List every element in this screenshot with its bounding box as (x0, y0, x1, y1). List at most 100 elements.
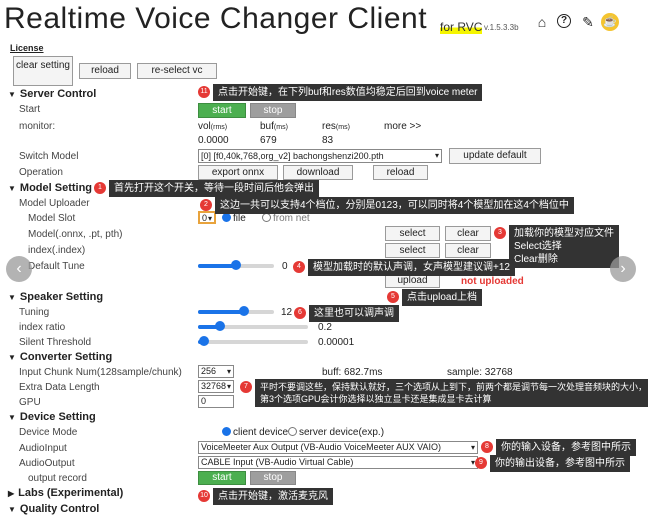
reselect-vc-button[interactable]: re-select vc (137, 63, 217, 79)
audio-input-value: VoiceMeeter Aux Output (VB-Audio VoiceMe… (201, 442, 441, 452)
start-label: Start (19, 104, 41, 115)
labs-heading[interactable]: ▶ Labs (Experimental) (8, 487, 123, 499)
badge-1: 1 (94, 182, 106, 194)
extra-data-length-select[interactable]: 32768 ▾ (198, 380, 234, 393)
audio-input-select[interactable]: VoiceMeeter Aux Output (VB-Audio VoiceMe… (198, 441, 478, 454)
record-stop-button[interactable]: stop (250, 471, 296, 485)
index-ratio-slider[interactable] (198, 321, 308, 331)
audio-input-label: AudioInput (19, 443, 67, 454)
model-file-label: Model(.onnx, .pt, pth) (28, 229, 123, 240)
default-tune-value: 0 (282, 261, 288, 272)
chunk-num-label: Input Chunk Num(128sample/chunk) (19, 367, 182, 378)
res-text: res (322, 121, 336, 132)
tuning-slider[interactable] (198, 306, 274, 316)
index-clear-button[interactable]: clear (445, 243, 491, 258)
badge-9: 9 (475, 457, 487, 469)
radio-unselected-icon (262, 213, 271, 222)
prev-arrow-icon[interactable]: ‹ (6, 256, 32, 282)
note-6: 这里也可以调声调 (309, 305, 399, 322)
record-start-button[interactable]: start (198, 471, 246, 485)
note-9: 你的输出设备，参考图中所示 (490, 455, 630, 472)
model-slot-value: 0 (202, 213, 208, 223)
quality-control-heading[interactable]: ▼ Quality Control (8, 503, 99, 515)
slider-fill (198, 310, 244, 314)
more-link[interactable]: more >> (384, 121, 421, 132)
model-clear-button[interactable]: clear (445, 226, 491, 241)
github-icon[interactable]: ⌂ (534, 14, 550, 30)
device-setting-heading[interactable]: ▼ Device Setting (8, 411, 96, 423)
res-label: res(ms) (322, 121, 350, 132)
client-device-radio[interactable]: client device (222, 427, 288, 438)
index-select-button[interactable]: select (385, 243, 440, 258)
sample-readout: sample: 32768 (447, 367, 513, 378)
slider-knob[interactable] (198, 336, 209, 346)
chevron-down-icon: ▾ (470, 443, 475, 452)
download-button[interactable]: download (283, 165, 353, 180)
server-control-heading[interactable]: ▼ Server Control (8, 88, 96, 100)
license-link[interactable]: License (10, 43, 44, 53)
chevron-down-icon: ▾ (226, 382, 231, 391)
help-icon[interactable]: ? (557, 14, 571, 28)
radio-unselected-icon (288, 427, 297, 436)
note-7: 平时不要调这些，保持默认就好，三个选项从上到下，前两个都是调节每一次处理音频块的… (255, 379, 648, 407)
chunk-num-select[interactable]: 256 ▾ (198, 365, 234, 378)
export-onnx-button[interactable]: export onnx (198, 165, 278, 180)
chunk-num-value: 256 (201, 366, 217, 376)
audio-output-select[interactable]: CABLE Input (VB-Audio Virtual Cable) ▾ (198, 456, 478, 469)
badge-5: 5 (387, 291, 399, 303)
slider-knob[interactable] (231, 260, 241, 270)
silent-threshold-value: 0.00001 (318, 337, 355, 348)
server-device-radio[interactable]: server device(exp.) (288, 427, 384, 438)
radio-selected-icon (222, 213, 231, 222)
chevron-down-icon: ▾ (434, 151, 439, 160)
triangle-down-icon: ▼ (8, 293, 16, 302)
note-11: 点击开始键，在下列buf和res数值均稳定后回到voice meter (213, 84, 483, 101)
triangle-down-icon: ▼ (8, 184, 16, 193)
version-label: v.1.5.3.3b (484, 23, 519, 32)
file-radio[interactable]: file (222, 213, 246, 224)
operation-reload-button[interactable]: reload (373, 165, 428, 180)
coffee-icon[interactable]: ☕ (601, 13, 619, 31)
quality-control-title: Quality Control (19, 503, 100, 515)
res-value: 83 (322, 135, 334, 146)
gpu-value: 0 (201, 396, 207, 406)
buf-label: buf(ms) (260, 121, 288, 132)
default-tune-slider[interactable] (198, 260, 274, 270)
triangle-down-icon: ▼ (8, 90, 16, 99)
extra-data-length-label: Extra Data Length (19, 382, 100, 393)
model-slot-select[interactable]: 0 ▾ (198, 211, 216, 224)
silent-threshold-slider[interactable] (198, 336, 308, 346)
tuning-value: 12 (281, 307, 293, 318)
next-arrow-icon[interactable]: › (610, 256, 636, 282)
buf-unit: (ms) (273, 124, 288, 131)
triangle-right-icon: ▶ (8, 489, 15, 498)
model-select-button[interactable]: select (385, 226, 440, 241)
monitor-label: monitor: (19, 121, 56, 132)
server-stop-button[interactable]: stop (250, 103, 296, 118)
speaker-setting-heading[interactable]: ▼ Speaker Setting (8, 291, 103, 303)
reload-button[interactable]: reload (79, 63, 131, 79)
update-default-button[interactable]: update default (449, 148, 541, 164)
from-net-radio[interactable]: from net (262, 213, 310, 224)
upload-status: not uploaded (461, 276, 524, 287)
radio-selected-icon (222, 427, 231, 436)
slider-knob[interactable] (215, 321, 225, 331)
badge-4: 4 (293, 261, 305, 273)
switch-model-select[interactable]: [0] [f0,40k,768,org_v2] bachongshenzi200… (198, 149, 442, 163)
device-mode-label: Device Mode (19, 427, 78, 438)
gpu-input[interactable]: 0 (198, 395, 234, 408)
wrench-icon[interactable]: ✎ (580, 14, 596, 30)
converter-setting-heading[interactable]: ▼ Converter Setting (8, 351, 112, 363)
badge-11: 11 (198, 86, 210, 98)
model-setting-heading[interactable]: ▼ Model Setting (8, 182, 92, 194)
model-slot-label: Model Slot (28, 213, 76, 224)
badge-8: 8 (481, 441, 493, 453)
for-rvc-label: for RVC (440, 20, 483, 34)
chevron-down-icon: ▾ (226, 367, 231, 376)
slider-knob[interactable] (238, 306, 249, 316)
badge-6: 6 (294, 307, 306, 319)
server-start-button[interactable]: start (198, 103, 246, 118)
clear-setting-button[interactable]: clear setting (13, 56, 73, 86)
note-5: 点击upload上档 (402, 289, 483, 306)
operation-label: Operation (19, 167, 63, 178)
